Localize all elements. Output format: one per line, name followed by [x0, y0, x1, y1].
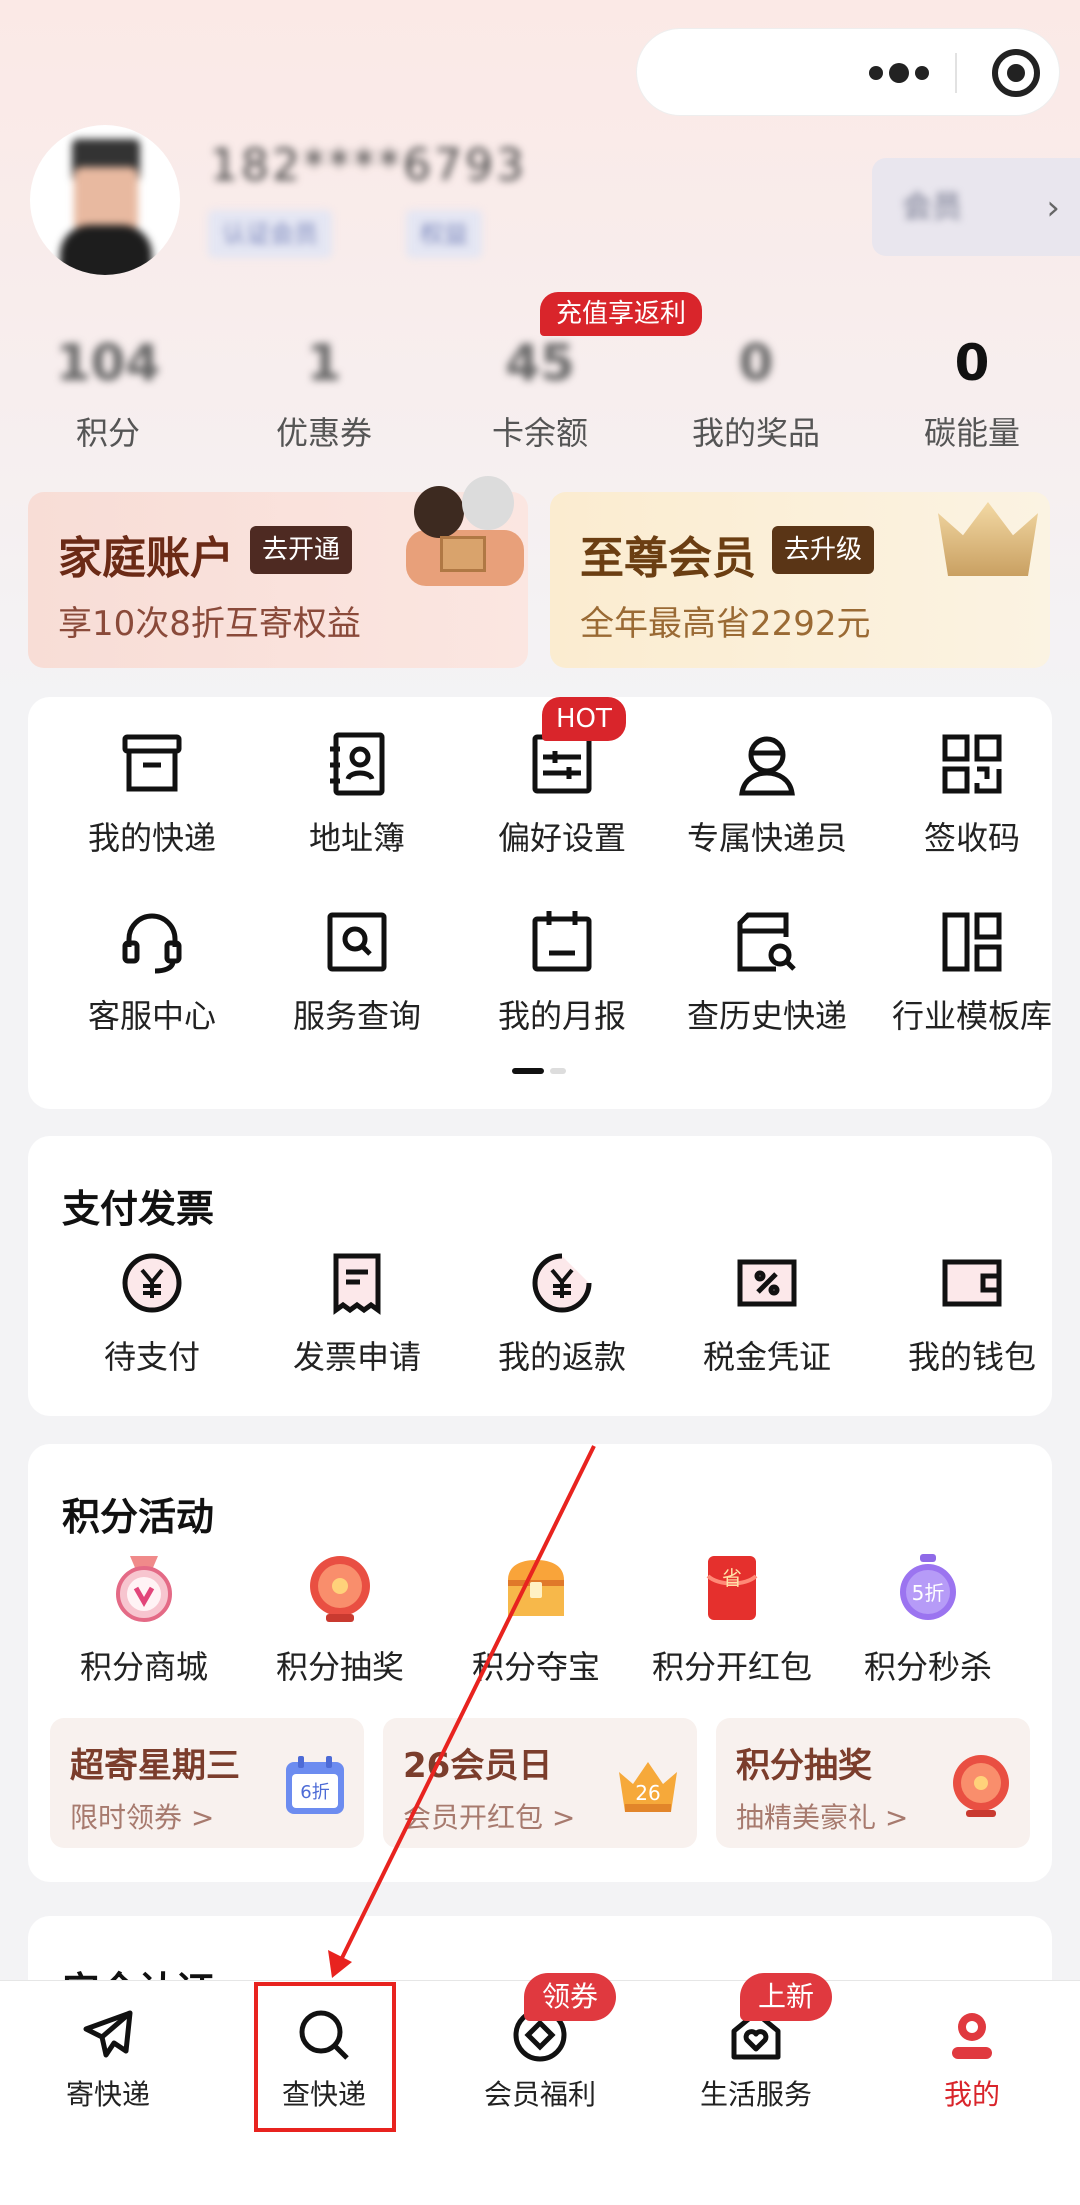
annotation-arrow: [328, 1445, 596, 1978]
